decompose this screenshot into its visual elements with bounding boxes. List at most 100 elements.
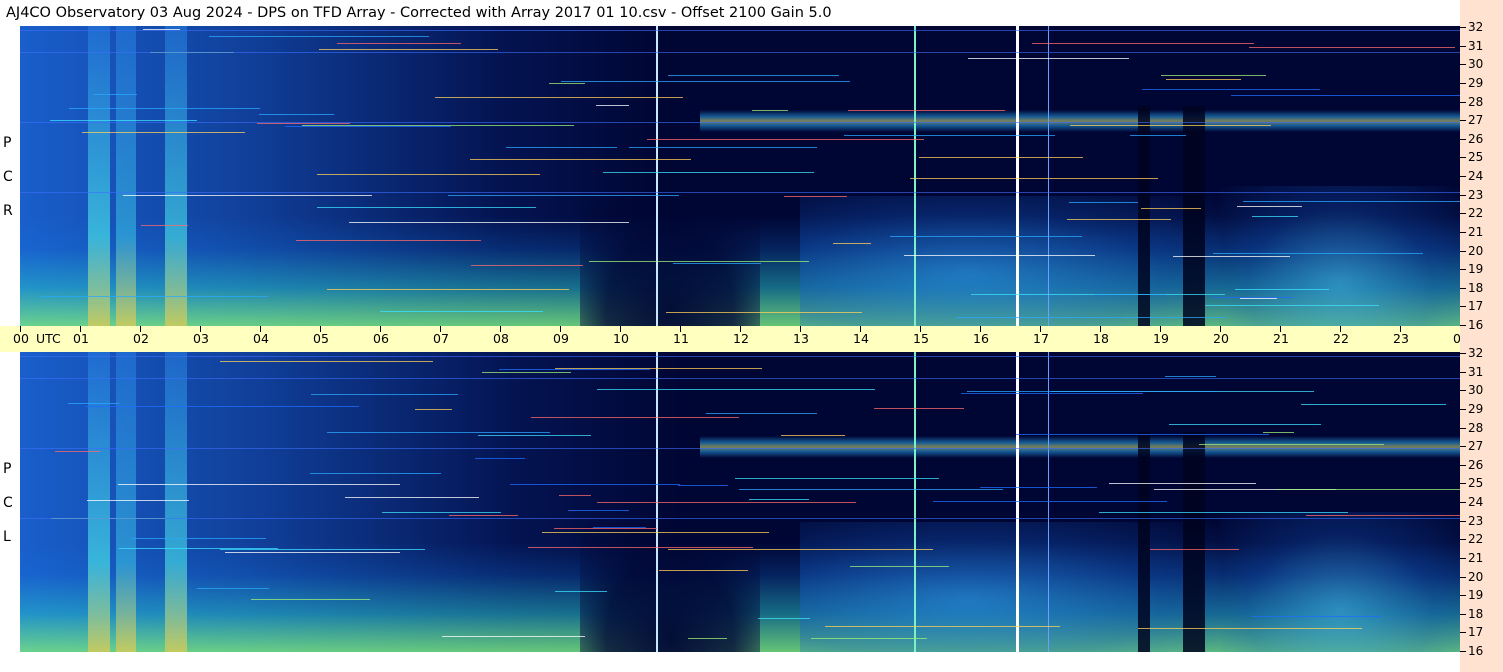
top-freq-tick-label: 26 — [1468, 132, 1484, 146]
interference-line — [890, 236, 1082, 237]
interference-line — [311, 394, 458, 395]
interference-line — [967, 391, 1218, 392]
bottom-freq-tick-label: 20 — [1468, 570, 1484, 584]
time-hour-label: 17 — [1033, 331, 1049, 346]
interference-line — [382, 512, 501, 513]
bottom-strip — [20, 652, 1460, 672]
interference-line — [225, 552, 400, 553]
interference-line — [758, 618, 810, 619]
top-freq-tick-label: 25 — [1468, 150, 1484, 164]
top-pol-letter-3: R — [3, 203, 13, 219]
top-freq-tick — [1460, 64, 1466, 65]
interference-line — [482, 372, 571, 373]
top-freq-tick-label: 22 — [1468, 206, 1484, 220]
interference-line — [825, 626, 1060, 627]
grid-line — [20, 52, 1460, 53]
top-freq-tick-label: 32 — [1468, 20, 1484, 34]
interference-line — [197, 588, 269, 589]
interference-line — [559, 495, 591, 496]
interference-line — [678, 485, 728, 486]
interference-line — [1263, 432, 1294, 433]
top-freq-tick-label: 29 — [1468, 76, 1484, 90]
top-freq-tick — [1460, 269, 1466, 270]
interference-line — [470, 159, 691, 160]
time-hour-label: 16 — [973, 331, 989, 346]
top-freq-tick — [1460, 139, 1466, 140]
interference-line — [141, 225, 188, 226]
interference-line — [1235, 289, 1329, 290]
interference-line — [1277, 489, 1460, 490]
bottom-freq-tick — [1460, 409, 1466, 410]
grid-line — [20, 518, 1460, 519]
bottom-freq-tick-label: 21 — [1468, 551, 1484, 565]
top-freq-tick-label: 30 — [1468, 57, 1484, 71]
top-freq-tick-label: 28 — [1468, 95, 1484, 109]
bottom-freq-tick-label: 32 — [1468, 346, 1484, 360]
top-pol-letter-1: P — [3, 135, 12, 151]
interference-line — [317, 174, 540, 175]
interference-line — [568, 510, 629, 511]
bottom-freq-tick-label: 31 — [1468, 365, 1484, 379]
vertical-marker — [656, 26, 658, 326]
bottom-freq-tick-label: 25 — [1468, 476, 1484, 490]
top-freq-tick — [1460, 157, 1466, 158]
grid-line — [20, 378, 1460, 379]
interference-line — [1199, 444, 1384, 445]
interference-line — [1150, 549, 1239, 550]
interference-line — [593, 527, 646, 528]
interference-line — [597, 502, 856, 503]
interference-line — [933, 501, 1167, 502]
dark-column — [1138, 432, 1150, 652]
vertical-marker — [1016, 26, 1019, 326]
interference-line — [1212, 297, 1293, 298]
time-hour-label: 10 — [613, 331, 629, 346]
top-freq-tick-label: 17 — [1468, 299, 1484, 313]
bottom-freq-tick — [1460, 502, 1466, 503]
bottom-freq-tick-label: 26 — [1468, 458, 1484, 472]
time-hour-label: 03 — [193, 331, 209, 346]
interference-line — [327, 432, 550, 433]
time-hour-label: 05 — [313, 331, 329, 346]
interference-line — [68, 403, 119, 404]
top-pol-letter-2: C — [3, 169, 13, 185]
interference-line — [471, 265, 583, 266]
time-tick — [20, 326, 21, 332]
time-hour-label: 20 — [1213, 331, 1229, 346]
bottom-freq-tick-label: 19 — [1468, 588, 1484, 602]
interference-line — [554, 528, 657, 529]
interference-line — [506, 147, 617, 148]
top-freq-tick — [1460, 325, 1466, 326]
top-freq-tick-label: 20 — [1468, 244, 1484, 258]
interference-line — [629, 147, 817, 148]
window-title: AJ4CO Observatory 03 Aug 2024 - DPS on T… — [0, 0, 1460, 26]
interference-line — [220, 361, 433, 362]
early-column — [165, 352, 187, 652]
early-column — [116, 352, 136, 652]
time-hour-label: 21 — [1273, 331, 1289, 346]
interference-line — [296, 240, 481, 241]
frequency-axis: 32 31 30 29 28 27 26 25 24 23 22 21 20 19 18 17 16 32 31 30… — [1460, 0, 1503, 672]
bottom-freq-tick — [1460, 465, 1466, 466]
band-27mhz — [700, 436, 1460, 458]
interference-line — [688, 638, 727, 639]
interference-line — [904, 255, 1095, 256]
interference-line — [132, 538, 266, 539]
time-hour-label: 23 — [1393, 331, 1409, 346]
lcp-spectrogram — [20, 352, 1460, 652]
dark-column — [1138, 106, 1150, 326]
interference-line — [478, 435, 591, 436]
interference-line — [1243, 201, 1460, 202]
time-hour-label: 22 — [1333, 331, 1349, 346]
top-freq-tick — [1460, 83, 1466, 84]
bottom-freq-tick — [1460, 614, 1466, 615]
top-freq-tick — [1460, 27, 1466, 28]
bottom-freq-tick-label: 28 — [1468, 421, 1484, 435]
bottom-freq-tick — [1460, 428, 1466, 429]
interference-line — [55, 451, 100, 452]
time-hour-label: 09 — [553, 331, 569, 346]
interference-line — [123, 195, 372, 196]
top-freq-tick — [1460, 251, 1466, 252]
interference-line — [319, 49, 498, 50]
interference-line — [380, 311, 543, 312]
interference-line — [542, 532, 769, 533]
